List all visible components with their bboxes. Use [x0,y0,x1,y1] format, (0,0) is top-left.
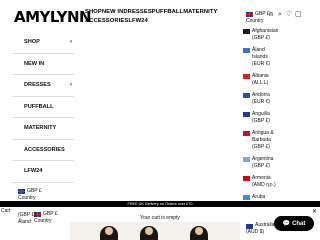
sidebar-country-selector[interactable]: GBP £ Country [18,188,42,202]
flag-icon [243,131,250,136]
header-country-selector[interactable]: GBP £ [246,11,270,17]
country-item[interactable]: Åland Islands (EUR €) [243,47,277,68]
nav-new-in[interactable]: NEW IN [102,9,124,15]
sidebar-item-shop[interactable]: SHOP › [12,32,74,54]
account-icon[interactable]: ⍝ [268,11,274,18]
model-figure [100,226,118,240]
search-icon[interactable]: ⌕ [277,11,283,18]
wishlist-icon[interactable]: ♡ [286,11,292,18]
top-nav: SHOPNEW INDRESSESPUFFBALLMATERNITY ACCESS… [85,8,255,25]
hero-image [70,222,240,240]
country-item[interactable]: Afghanistan (GBP £) [243,28,279,42]
model-figure [190,226,208,240]
country-item[interactable]: Albania (ALL L) [243,73,277,87]
sidebar-item-lfw24[interactable]: LFW24 [12,161,74,183]
country-item[interactable]: Armenia (AMD դր.) [243,175,277,189]
uk-flag-icon [246,11,253,17]
country-currency: (GBP £) [252,144,270,150]
nav-puffball[interactable]: PUFFBALL [152,9,183,15]
cart-side-country: (GBP £) Åland [18,212,36,225]
sidebar-item-accessories[interactable]: ACCESSORIES [12,140,74,161]
cart-title: Cart [1,208,11,214]
uk-flag-icon [18,189,25,194]
country-name: Anguilla [252,111,270,117]
country-currency: (GBP £) [252,118,270,124]
sidebar-menu: SHOP › NEW IN DRESSES › PUFFBALL MATERNITY… [12,32,74,183]
flag-icon [243,48,250,53]
nav-accessories[interactable]: ACCESSORIES [85,18,128,24]
country-name: Åland Islands [252,47,268,60]
header-icons: ⍝ ⌕ ♡ ▢ [268,11,302,18]
country-item-australia[interactable]: Australia (AUD $) [246,222,274,236]
country-name: Armenia [252,175,271,181]
sidebar-item-new-in[interactable]: NEW IN [12,54,74,75]
nav-maternity[interactable]: MATERNITY [183,9,217,15]
chat-icon: 💬 [282,221,291,227]
brand-logo[interactable]: AMYLYNN [14,8,92,26]
country-name: Albania [252,73,269,79]
close-icon[interactable]: ✕ [312,208,317,215]
country-list: Afghanistan (GBP £) Åland Islands (EUR €) Al… [243,28,279,213]
country-currency: (AMD դր.) [252,182,276,188]
flag-icon [243,176,250,181]
model-figure [140,226,158,240]
flag-icon [243,74,250,79]
country-currency: (ALL L) [252,80,269,86]
chevron-right-icon: › [70,39,72,46]
country-currency: (GBP £) [252,163,270,169]
nav-lfw24[interactable]: LFW24 [128,18,148,24]
promo-bar: FREE UK Delivery on Orders over £70 [0,201,320,207]
country-name: Aruba [252,194,266,200]
chat-button[interactable]: 💬 Chat [274,216,314,231]
nav-shop[interactable]: SHOP [85,9,102,15]
flag-icon [243,112,250,117]
sidebar-item-dresses[interactable]: DRESSES › [12,75,74,97]
flag-icon [243,93,250,98]
country-item[interactable]: Andorra (EUR €) [243,92,277,106]
country-name: Antigua & Barbuda [252,130,274,143]
bag-icon[interactable]: ▢ [295,11,302,18]
nav-dresses[interactable]: DRESSES [123,9,151,15]
header-country-label: Country [246,18,264,24]
country-item[interactable]: Antigua & Barbuda (GBP £) [243,130,277,151]
country-currency: (EUR €) [252,61,271,67]
country-item[interactable]: Anguilla (GBP £) [243,111,277,125]
flag-icon [243,157,250,162]
country-name: Argentina [252,156,274,162]
cart-empty-message: Your cart is empty [140,215,180,221]
country-name: Afghanistan [252,28,279,34]
flag-icon [243,29,250,34]
country-currency: (EUR €) [252,99,271,105]
sidebar-item-puffball[interactable]: PUFFBALL [12,97,74,118]
flag-icon [243,195,250,200]
country-name: Andorra [252,92,270,98]
country-currency: (GBP £) [252,35,270,41]
country-item[interactable]: Argentina (GBP £) [243,156,277,170]
sidebar-item-maternity[interactable]: MATERNITY [12,118,74,140]
chevron-right-icon: › [70,82,72,89]
australia-flag-icon [246,223,253,229]
